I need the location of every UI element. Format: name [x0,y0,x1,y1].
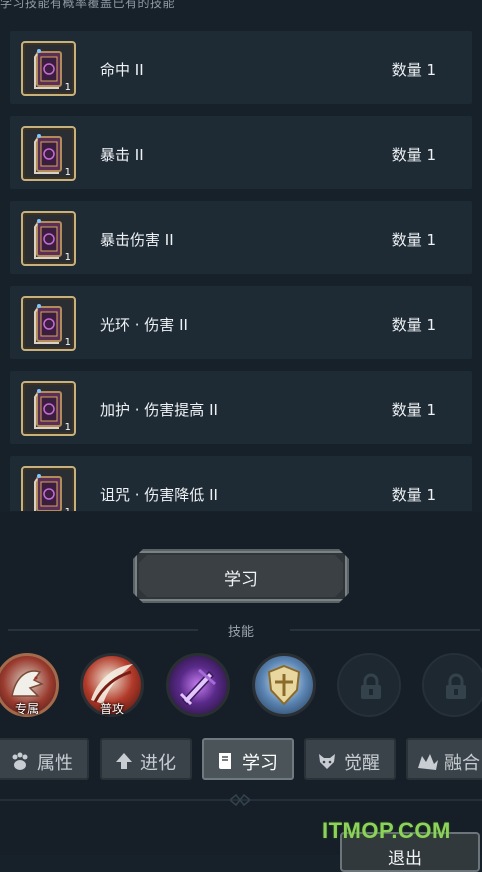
golden-shield-icon [267,664,301,706]
skill-book-name: 诅咒 · 伤害降低 II [100,486,218,504]
ornament-icon [230,794,250,806]
skill-book-icon: 1 [21,126,76,181]
skill-book-name: 加护 · 伤害提高 II [100,401,218,419]
tab-attributes[interactable]: 属性 [0,738,89,780]
skill-book-icon: 1 [21,296,76,351]
skill-book-quantity: 数量 1 [391,231,436,249]
exit-button-label: 退出 [388,849,422,869]
beast-icon [319,754,335,769]
count-badge: 1 [65,507,71,511]
count-badge: 1 [64,337,71,348]
skill-book-row[interactable]: 1 暴击 II 数量 1 [10,116,472,189]
tab-awaken[interactable]: 觉醒 [304,738,396,780]
divider [290,629,480,631]
count-badge: 1 [64,167,71,178]
count-badge: 1 [64,422,71,433]
skill-book-list[interactable]: 1 命中 II 数量 1 1 暴击 II 数量 1 1 暴击伤害 II 数量 1… [10,31,472,511]
skill-slot-4[interactable] [252,653,316,717]
skill-slot-3[interactable] [166,653,230,717]
fusion-icon [418,754,438,770]
skill-book-row[interactable]: 1 命中 II 数量 1 [10,31,472,104]
skill-book-row[interactable]: 1 诅咒 · 伤害降低 II 数量 1 [10,456,472,511]
skill-book-row[interactable]: 1 光环 · 伤害 II 数量 1 [10,286,472,359]
skill-book-name: 命中 II [100,61,144,79]
tab-learn[interactable]: 学习 [202,738,294,780]
book-icon [219,753,231,769]
lock-icon [361,673,381,699]
learn-button[interactable]: 学习 [133,549,349,603]
tab-evolve[interactable]: 进化 [100,738,192,780]
arrow-up-icon [116,753,132,769]
learn-button-label: 学习 [224,570,258,590]
skill-book-name: 暴击伤害 II [100,231,174,249]
skill-slot-locked[interactable] [422,653,482,717]
skill-book-icon: 1 [21,211,76,266]
skill-book-quantity: 数量 1 [391,316,436,334]
tab-label: 觉醒 [344,753,380,774]
skill-book-row[interactable]: 1 暴击伤害 II 数量 1 [10,201,472,274]
tab-label: 属性 [37,753,73,774]
count-badge: 1 [64,252,71,263]
skill-book-name: 光环 · 伤害 II [100,316,188,334]
skill-book-icon: 1 [21,466,76,511]
skill-book-icon: 1 [21,381,76,436]
paw-icon [12,752,28,770]
skill-book-quantity: 数量 1 [391,401,436,419]
tab-label: 学习 [242,753,278,774]
count-badge: 1 [64,82,71,93]
watermark: ITMOP.COM [322,818,451,843]
skill-slot-label: 专属 [14,702,40,716]
lock-icon [446,673,466,699]
purple-sword-icon [179,668,216,706]
skill-slot-exclusive[interactable]: 专属 [0,653,59,717]
skill-slot-basic-attack[interactable]: 普攻 [80,653,144,717]
tab-label: 融合 [444,753,480,774]
tab-fusion[interactable]: 融合 [406,738,482,780]
skill-book-name: 暴击 II [100,146,144,164]
skill-book-quantity: 数量 1 [391,146,436,164]
tab-label: 进化 [140,753,176,774]
skill-slot-locked[interactable] [337,653,401,717]
skill-book-row[interactable]: 1 加护 · 伤害提高 II 数量 1 [10,371,472,444]
skill-slot-label: 普攻 [99,702,125,716]
skill-book-icon: 1 [21,41,76,96]
skill-book-quantity: 数量 1 [391,61,436,79]
skill-book-quantity: 数量 1 [391,486,436,504]
learn-hint: 学习技能有概率覆盖已有的技能 [0,0,176,10]
